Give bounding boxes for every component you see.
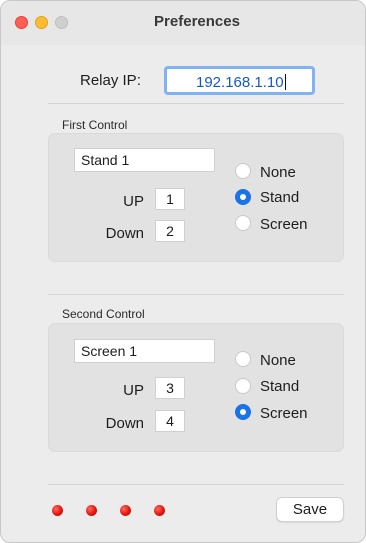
separator [48,484,344,485]
second-control-radio-none[interactable] [235,351,251,367]
relay-ip-label: Relay IP: [80,72,141,89]
second-control-radio-screen[interactable] [235,404,251,420]
second-control-radio-stand[interactable] [235,378,251,394]
first-control-title: First Control [62,118,128,132]
first-control-up-label: UP [123,193,144,210]
status-led-icon [52,505,63,516]
relay-ip-input[interactable]: 192.168.1.10 [164,66,315,95]
first-control-radio-stand[interactable] [235,189,251,205]
first-control-radio-none[interactable] [235,163,251,179]
first-control-down-label: Down [105,225,144,242]
second-control-name-input[interactable]: Screen 1 [74,339,215,363]
titlebar: Preferences [1,1,365,45]
first-control-up-input[interactable]: 1 [155,188,185,210]
separator [48,103,344,104]
second-control-up-value: 3 [166,380,174,396]
save-button[interactable]: Save [276,497,344,522]
second-control-option-label: Stand [260,378,300,395]
first-control-option-label: Stand [260,189,300,206]
status-led-icon [86,505,97,516]
status-led-icon [120,505,131,516]
window-title: Preferences [154,13,240,30]
first-control-down-value: 2 [166,223,174,239]
second-control-down-input[interactable]: 4 [155,410,185,432]
first-control-option-label: None [260,164,296,181]
first-control-down-input[interactable]: 2 [155,220,185,242]
second-control-up-input[interactable]: 3 [155,377,185,399]
second-control-down-value: 4 [166,413,174,429]
separator [48,294,344,295]
first-control-name-value: Stand 1 [81,152,130,168]
second-control-up-label: UP [123,382,144,399]
first-control-up-value: 1 [166,191,174,207]
first-control-radio-screen[interactable] [235,215,251,231]
second-control-title: Second Control [62,307,145,321]
second-control-down-label: Down [105,415,144,432]
status-led-icon [154,505,165,516]
second-control-option-label: Screen [260,405,308,422]
first-control-name-input[interactable]: Stand 1 [74,148,215,172]
second-control-option-label: None [260,352,296,369]
text-caret [284,74,286,90]
second-control-name-value: Screen 1 [81,343,138,359]
relay-ip-value: 192.168.1.10 [196,74,284,91]
first-control-option-label: Screen [260,216,308,233]
